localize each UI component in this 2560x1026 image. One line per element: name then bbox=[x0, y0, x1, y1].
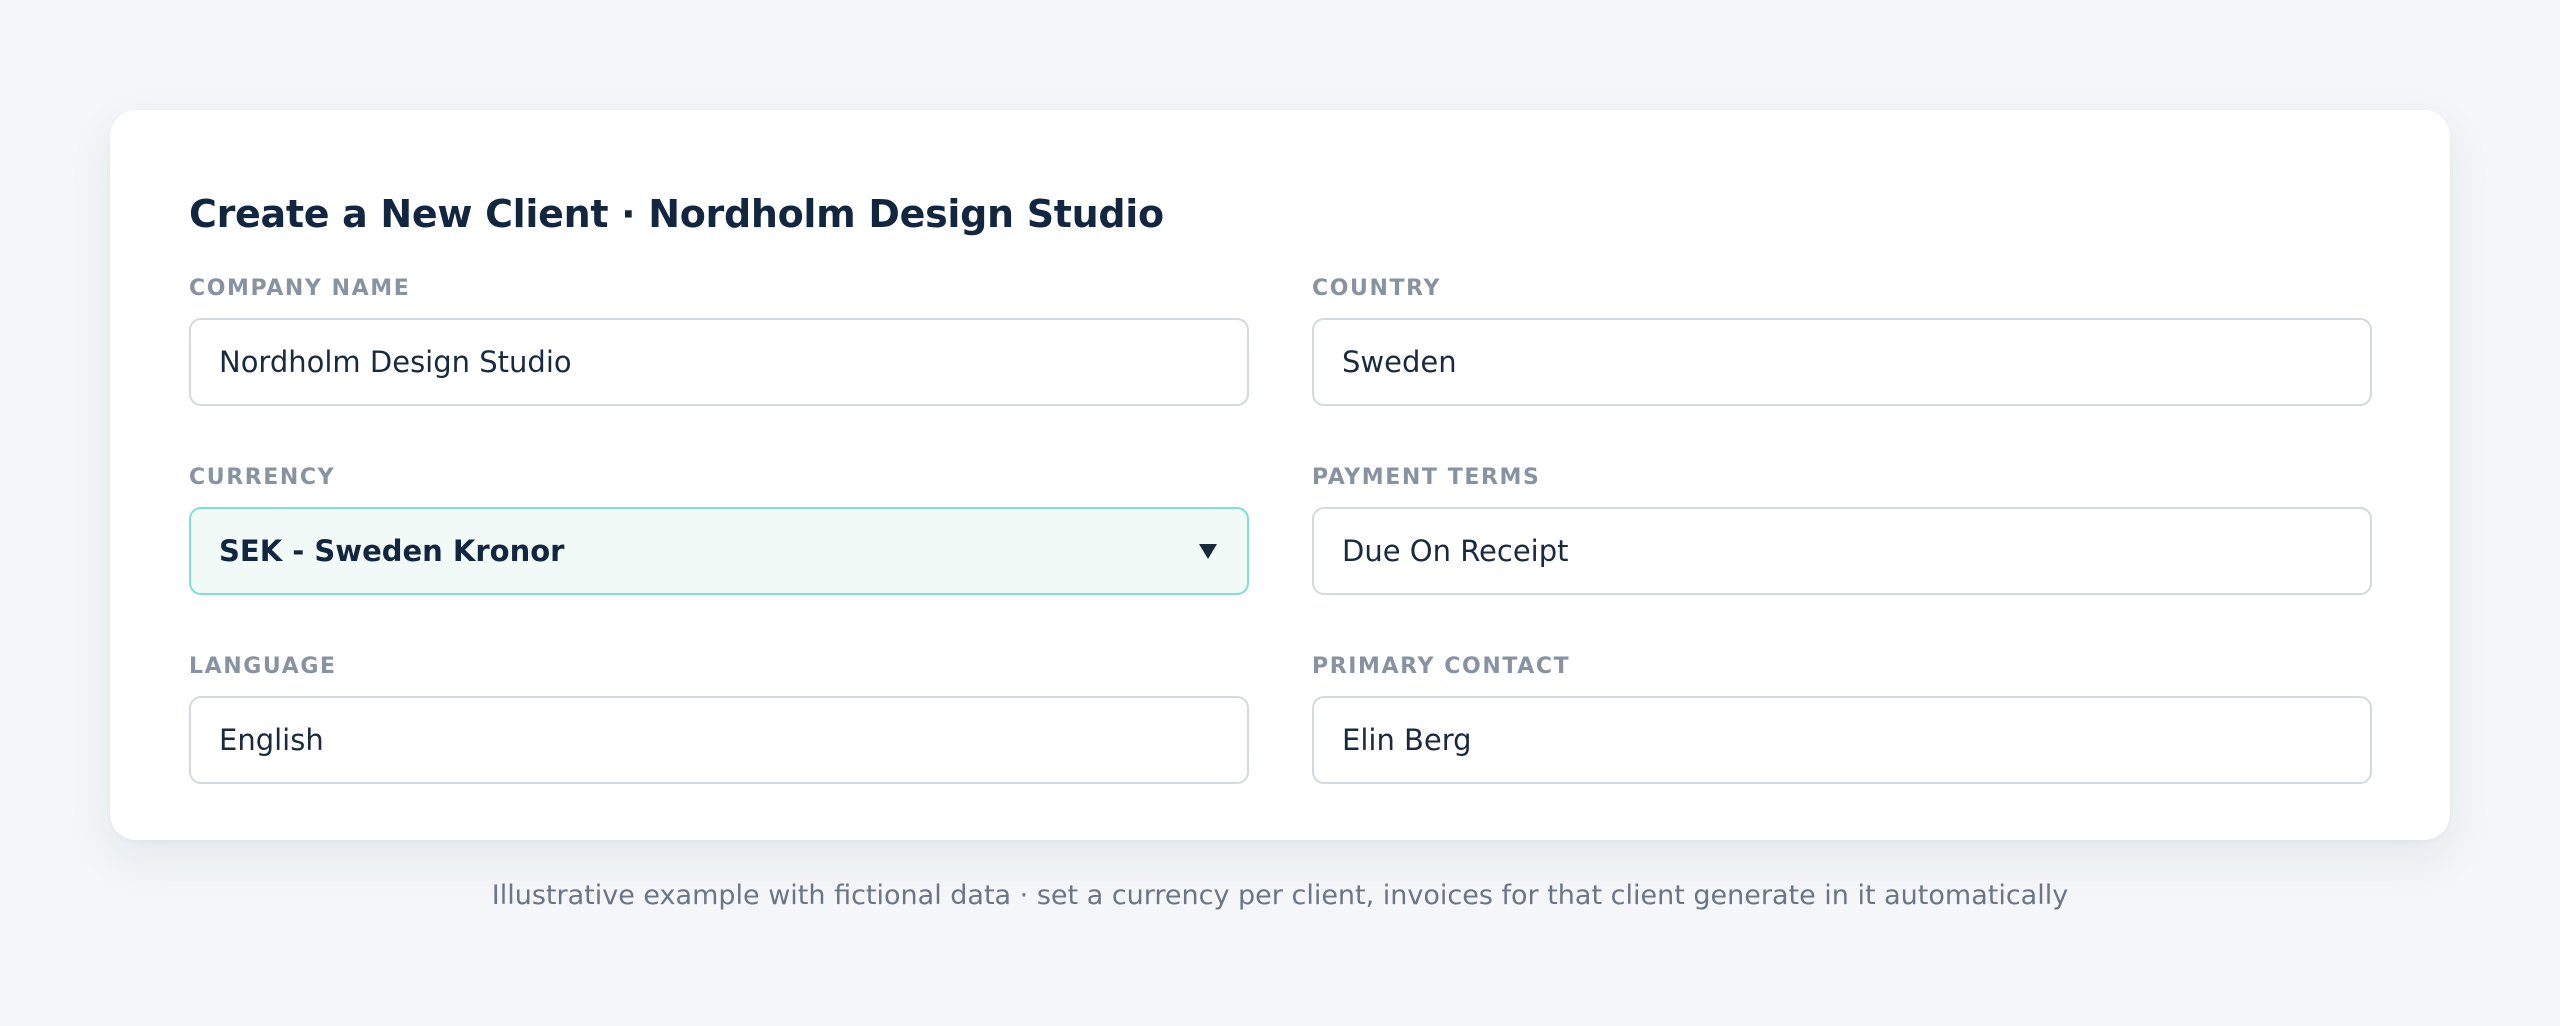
currency-select[interactable]: SEK - Sweden Kronor bbox=[189, 507, 1249, 595]
footnote-caption: Illustrative example with fictional data… bbox=[491, 880, 2069, 911]
caret-down-icon[interactable] bbox=[1199, 543, 1217, 559]
primary-contact-label: PRIMARY CONTACT bbox=[1312, 654, 1571, 679]
payment-terms-field: PAYMENT TERMS Due On Receipt bbox=[1312, 463, 2372, 595]
currency-field: CURRENCY SEK - Sweden Kronor bbox=[189, 463, 1249, 595]
payment-terms-label: PAYMENT TERMS bbox=[1312, 465, 1541, 490]
primary-contact-value: Elin Berg bbox=[1342, 723, 1472, 757]
company-name-input[interactable]: Nordholm Design Studio bbox=[189, 318, 1249, 406]
company-name-value: Nordholm Design Studio bbox=[219, 345, 572, 379]
language-input[interactable]: English bbox=[189, 696, 1249, 784]
primary-contact-input[interactable]: Elin Berg bbox=[1312, 696, 2372, 784]
form-fields-grid: COMPANY NAME Nordholm Design Studio COUN… bbox=[189, 274, 2372, 784]
country-value: Sweden bbox=[1342, 345, 1457, 379]
new-client-form-card: Create a New Client · Nordholm Design St… bbox=[110, 110, 2450, 840]
company-name-field: COMPANY NAME Nordholm Design Studio bbox=[189, 274, 1249, 406]
payment-terms-input[interactable]: Due On Receipt bbox=[1312, 507, 2372, 595]
form-title: Create a New Client · Nordholm Design St… bbox=[189, 192, 1164, 236]
company-name-label: COMPANY NAME bbox=[189, 276, 411, 301]
country-label: COUNTRY bbox=[1312, 276, 1441, 301]
currency-label: CURRENCY bbox=[189, 465, 336, 490]
country-field: COUNTRY Sweden bbox=[1312, 274, 2372, 406]
language-field: LANGUAGE English bbox=[189, 652, 1249, 784]
language-value: English bbox=[219, 723, 324, 757]
country-input[interactable]: Sweden bbox=[1312, 318, 2372, 406]
language-label: LANGUAGE bbox=[189, 654, 337, 679]
currency-value: SEK - Sweden Kronor bbox=[219, 534, 565, 568]
primary-contact-field: PRIMARY CONTACT Elin Berg bbox=[1312, 652, 2372, 784]
payment-terms-value: Due On Receipt bbox=[1342, 534, 1569, 568]
